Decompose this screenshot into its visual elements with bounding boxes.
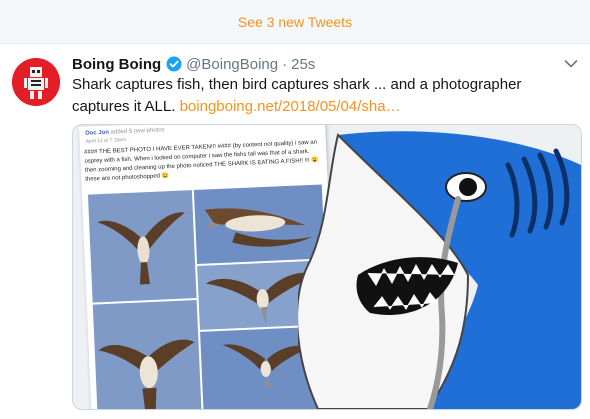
osprey-photo-4: [92, 300, 202, 409]
tweet-media[interactable]: Doc Jon added 5 new photos April 13 at 7…: [72, 124, 582, 410]
new-tweets-banner[interactable]: See 3 new Tweets: [0, 0, 590, 44]
fb-poster-name: Doc Jon: [85, 129, 110, 137]
fb-post-meta: April 13 at 7:19am ·: [85, 136, 130, 145]
new-tweets-label: See 3 new Tweets: [237, 13, 353, 30]
handle[interactable]: @BoingBoing: [186, 56, 278, 73]
robot-mascot-icon: [12, 58, 60, 106]
separator-dot: ·: [282, 55, 288, 73]
tweet-text: Shark captures fish, then bird captures …: [72, 74, 572, 118]
fb-post-text: #### THE BEST PHOTO I HAVE EVER TAKEN!!!…: [83, 139, 319, 183]
tweet-link[interactable]: boingboing.net/2018/05/04/sha…: [180, 98, 401, 115]
chevron-down-icon[interactable]: [564, 56, 578, 74]
tweet-header: Boing Boing @BoingBoing · 25s: [72, 54, 580, 74]
display-name[interactable]: Boing Boing: [72, 56, 161, 73]
verified-badge-icon: [166, 56, 182, 72]
osprey-photo-1: [87, 190, 197, 303]
avatar[interactable]: [12, 58, 60, 106]
fb-post-header: Doc Jon added 5 new photos: [85, 127, 165, 136]
fb-poster-action: added 5 new photos: [110, 127, 165, 136]
timestamp[interactable]: 25s: [291, 56, 315, 73]
left-shark-illustration: [296, 125, 581, 409]
tweet[interactable]: Boing Boing @BoingBoing · 25s Shark capt…: [0, 44, 590, 419]
